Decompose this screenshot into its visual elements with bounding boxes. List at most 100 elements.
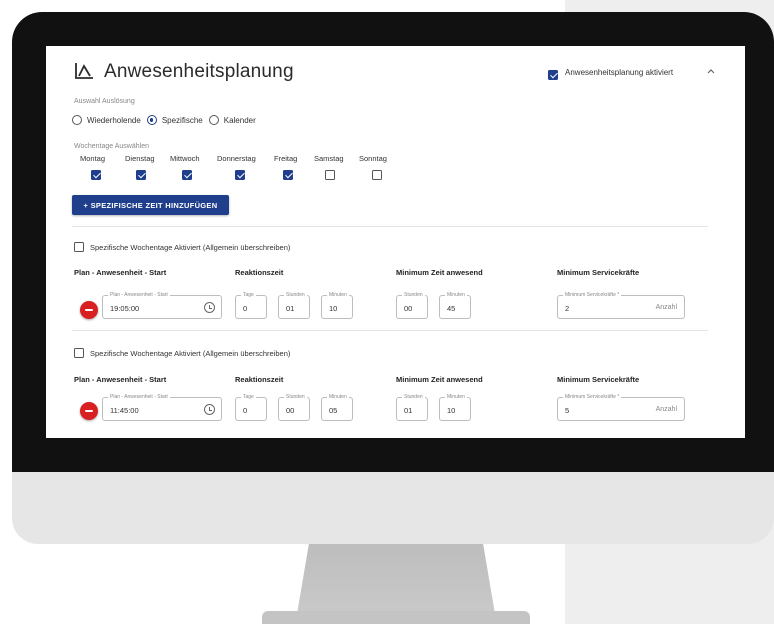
reaction-hours-field[interactable]: Stunden 01 (278, 292, 310, 319)
field-value: 0 (243, 304, 248, 313)
presence-planning-active-checkbox[interactable] (548, 70, 558, 80)
column-header-min-staff: Minimum Servicekräfte (557, 268, 640, 277)
field-label: Plan - Anwesenheit - Start (108, 394, 170, 400)
field-unit: Anzahl (655, 304, 677, 311)
field-label: Plan - Anwesenheit - Start (108, 292, 170, 298)
field-value: 10 (447, 406, 456, 415)
field-value: 11:45:00 (110, 406, 139, 415)
override-weekdays-checkbox[interactable] (74, 348, 84, 358)
presence-planning-active-label: Anwesenheitsplanung aktiviert (565, 68, 674, 77)
field-label: Stunden (402, 394, 425, 400)
weekday-checkbox-wednesday[interactable] (182, 170, 192, 180)
field-value: 01 (286, 304, 295, 313)
trigger-radio-group: Wiederholende Spezifische Kalender (72, 113, 262, 127)
page-title: Anwesenheitsplanung (104, 61, 294, 82)
reaction-hours-field[interactable]: Stunden 00 (278, 394, 310, 421)
min-time-minutes-field[interactable]: Minuten 10 (439, 394, 471, 421)
field-label: Minuten (445, 292, 467, 298)
override-label: Spezifische Wochentage Aktiviert (Allgem… (90, 348, 291, 358)
panel-header: Anwesenheitsplanung Anwesenheitsplanung … (46, 46, 745, 96)
field-label: Tage (241, 394, 256, 400)
column-header-min-time: Minimum Zeit anwesend (396, 268, 483, 277)
reaction-minutes-field[interactable]: Minuten 10 (321, 292, 353, 319)
monitor-stand (297, 544, 495, 614)
radio-circle[interactable] (208, 115, 219, 125)
reaction-minutes-field[interactable]: Minuten 05 (321, 394, 353, 421)
override-label: Spezifische Wochentage Aktiviert (Allgem… (90, 242, 291, 252)
field-value: 5 (565, 406, 570, 415)
chevron-up-icon[interactable] (706, 66, 716, 76)
field-value: 00 (286, 406, 295, 415)
min-time-hours-field[interactable]: Stunden 00 (396, 292, 428, 319)
monitor-stand-base (262, 611, 530, 624)
day-label: Samstag (314, 154, 344, 163)
field-value: 0 (243, 406, 248, 415)
day-label: Donnerstag (217, 154, 256, 163)
remove-entry-button[interactable] (80, 402, 98, 420)
field-value: 45 (447, 304, 456, 313)
radio-recurring[interactable]: Wiederholende (72, 115, 141, 125)
min-staff-field[interactable]: Minimum Servicekräfte * 5 Anzahl (557, 394, 685, 421)
min-staff-field[interactable]: Minimum Servicekräfte * 2 Anzahl (557, 292, 685, 319)
field-label: Tage (241, 292, 256, 298)
radio-circle[interactable] (146, 115, 157, 125)
weekday-checkbox-monday[interactable] (91, 170, 101, 180)
radio-label: Kalender (223, 115, 256, 125)
field-label: Stunden (284, 292, 307, 298)
weekday-checkbox-tuesday[interactable] (136, 170, 146, 180)
screen: Anwesenheitsplanung Anwesenheitsplanung … (46, 46, 745, 438)
field-value: 00 (404, 304, 413, 313)
line-chart-icon (75, 63, 93, 79)
reaction-days-field[interactable]: Tage 0 (235, 394, 267, 421)
override-row: Spezifische Wochentage Aktiviert (Allgem… (74, 348, 290, 358)
field-label: Minuten (327, 394, 349, 400)
day-label: Sonntag (359, 154, 387, 163)
weekdays-label: Wochentage Auswählen (74, 143, 149, 150)
override-weekdays-checkbox[interactable] (74, 242, 84, 252)
field-label: Minimum Servicekräfte * (563, 394, 622, 400)
add-specific-time-button[interactable]: + SPEZIFISCHE ZEIT HINZUFÜGEN (72, 195, 229, 215)
reaction-days-field[interactable]: Tage 0 (235, 292, 267, 319)
start-time-field[interactable]: Plan - Anwesenheit - Start 11:45:00 (102, 394, 222, 421)
column-header-reaction: Reaktionszeit (235, 268, 284, 277)
field-label: Minuten (327, 292, 349, 298)
day-label: Dienstag (125, 154, 155, 163)
weekday-checkbox-saturday[interactable] (325, 170, 335, 180)
override-row: Spezifische Wochentage Aktiviert (Allgem… (74, 242, 290, 252)
field-value: 01 (404, 406, 413, 415)
weekday-checkbox-friday[interactable] (283, 170, 293, 180)
radio-label: Spezifische (161, 115, 203, 125)
clock-icon[interactable] (204, 302, 215, 313)
radio-circle[interactable] (72, 115, 82, 125)
start-time-field[interactable]: Plan - Anwesenheit - Start 19:05:00 (102, 292, 222, 319)
weekday-checkbox-thursday[interactable] (235, 170, 245, 180)
field-value: 10 (329, 304, 338, 313)
field-unit: Anzahl (655, 406, 677, 413)
radio-calendar[interactable]: Kalender (208, 115, 256, 125)
day-label: Mittwoch (170, 154, 200, 163)
min-time-hours-field[interactable]: Stunden 01 (396, 394, 428, 421)
radio-label: Wiederholende (87, 115, 141, 125)
field-value: 2 (565, 304, 570, 313)
field-label: Stunden (402, 292, 425, 298)
clock-icon[interactable] (204, 404, 215, 415)
field-label: Stunden (284, 394, 307, 400)
remove-entry-button[interactable] (80, 301, 98, 319)
day-label: Montag (80, 154, 106, 163)
column-header-min-time: Minimum Zeit anwesend (396, 375, 483, 384)
column-header-reaction: Reaktionszeit (235, 375, 284, 384)
field-value: 19:05:00 (110, 304, 140, 313)
column-header-start: Plan - Anwesenheit - Start (74, 268, 167, 277)
divider (72, 226, 708, 227)
column-header-min-staff: Minimum Servicekräfte (557, 375, 640, 384)
radio-specific[interactable]: Spezifische (146, 115, 203, 125)
field-value: 05 (329, 406, 338, 415)
stage: Anwesenheitsplanung Anwesenheitsplanung … (0, 0, 774, 624)
day-label: Freitag (274, 154, 298, 163)
divider (72, 330, 708, 331)
column-header-start: Plan - Anwesenheit - Start (74, 375, 167, 384)
trigger-label: Auswahl Auslösung (74, 98, 135, 105)
min-time-minutes-field[interactable]: Minuten 45 (439, 292, 471, 319)
weekday-checkbox-sunday[interactable] (372, 170, 382, 180)
field-label: Minimum Servicekräfte * (563, 292, 622, 298)
